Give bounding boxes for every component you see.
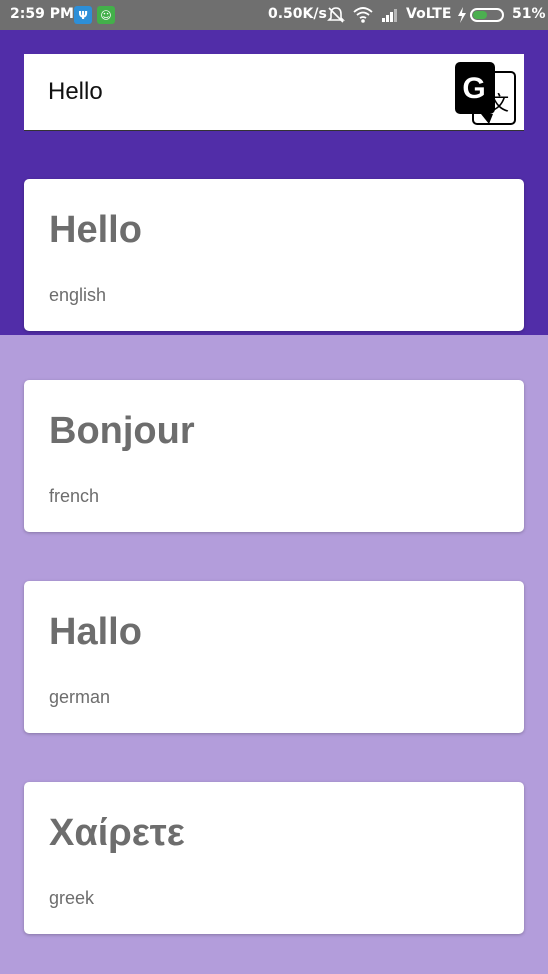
- signal-icon: [380, 5, 400, 29]
- mute-icon: [326, 5, 346, 29]
- google-translate-icon: G 文: [455, 62, 516, 125]
- network-type: VoLTE: [406, 6, 452, 22]
- usb-icon: Ψ: [74, 6, 92, 24]
- network-speed: 0.50K/s: [268, 6, 327, 22]
- battery-fill: [473, 11, 487, 19]
- translation-card-french: Bonjour french: [24, 380, 524, 532]
- translate-button[interactable]: G 文: [453, 60, 519, 126]
- translation-language: greek: [49, 888, 95, 908]
- translation-language: english: [49, 285, 107, 305]
- battery-percent: 51%: [512, 6, 546, 22]
- svg-text:文: 文: [489, 91, 509, 115]
- translation-word: Hallo: [49, 611, 142, 653]
- svg-text:G: G: [462, 72, 485, 105]
- translation-language: german: [49, 687, 111, 707]
- battery-icon: [470, 8, 504, 22]
- search-input[interactable]: [48, 76, 448, 108]
- charging-icon: [456, 5, 468, 29]
- translation-word: Hello: [49, 209, 142, 251]
- translation-language: french: [49, 486, 100, 506]
- android-icon: ☺: [97, 6, 115, 24]
- wifi-icon: [352, 5, 374, 29]
- status-bar: 2:59 PM Ψ ☺ 0.50K/s VoLTE 51%: [0, 0, 548, 30]
- translation-card-german: Hallo german: [24, 581, 524, 733]
- translation-card-english: Hello english: [24, 179, 524, 331]
- search-bar: G 文: [24, 54, 524, 131]
- status-time: 2:59 PM: [10, 6, 74, 22]
- translation-card-greek: Χαίρετε greek: [24, 782, 524, 934]
- translation-word: Bonjour: [49, 410, 195, 452]
- translation-word: Χαίρετε: [49, 812, 185, 854]
